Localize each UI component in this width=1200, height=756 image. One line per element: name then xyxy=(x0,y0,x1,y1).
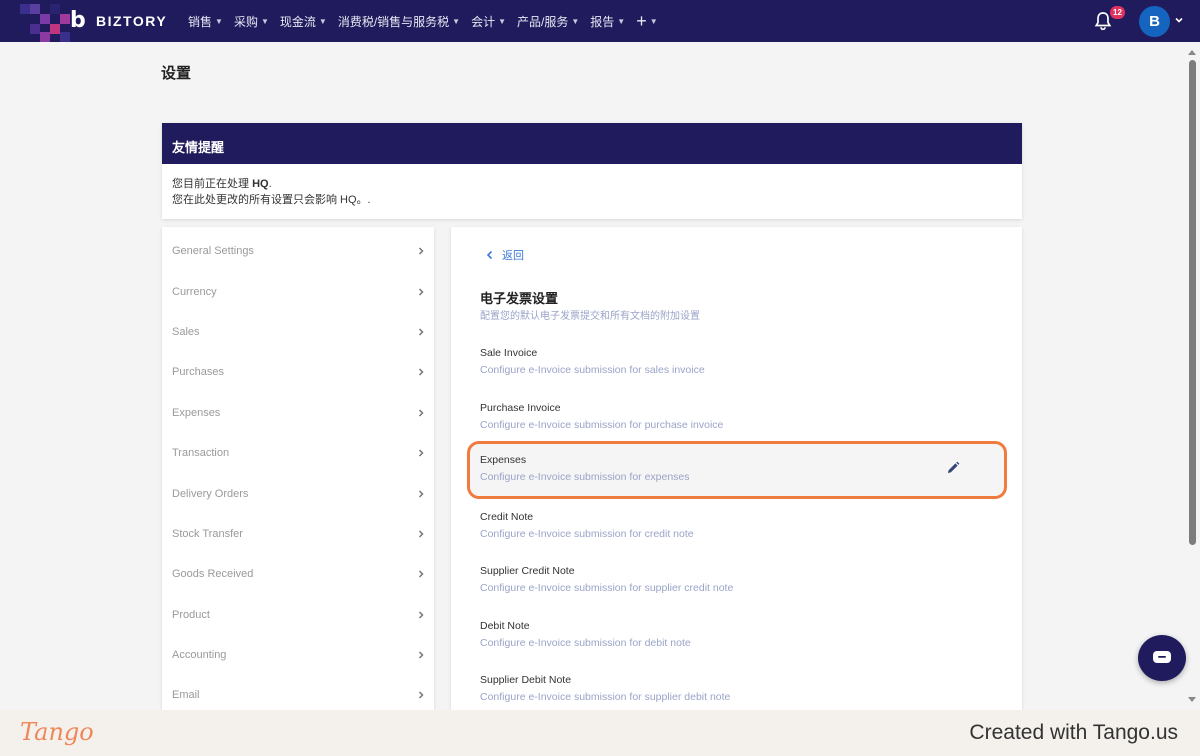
setting-row-credit-note[interactable]: Credit Note Configure e-Invoice submissi… xyxy=(467,498,1007,556)
caret-down-icon: ▼ xyxy=(498,16,507,26)
chevron-left-icon xyxy=(486,250,493,260)
settings-item-general[interactable]: General Settings xyxy=(162,231,434,271)
caret-down-icon: ▼ xyxy=(215,16,223,26)
menu-purchases[interactable]: 采购 ▼ xyxy=(234,13,269,30)
setting-row-purchase-invoice[interactable]: Purchase Invoice Configure e-Invoice sub… xyxy=(467,389,1007,447)
reminder-card: 友情提醒 您目前正在处理 HQ. 您在此处更改的所有设置只会影响 HQ。. xyxy=(162,123,1022,219)
created-with-text: Created with Tango.us xyxy=(969,721,1178,744)
settings-item-accounting[interactable]: Accounting xyxy=(162,635,434,675)
settings-item-goods-received[interactable]: Goods Received xyxy=(162,554,434,594)
back-label: 返回 xyxy=(502,250,524,262)
page-title: 设置 xyxy=(161,65,192,82)
setting-row-title: Purchase Invoice xyxy=(480,402,561,414)
settings-sidebar: General Settings Currency Sales Purchase… xyxy=(162,227,434,710)
tango-logo: Tango xyxy=(20,718,94,746)
chevron-down-icon[interactable] xyxy=(1174,15,1184,25)
pencil-edit-icon[interactable] xyxy=(946,461,960,475)
scroll-up-arrow-icon[interactable] xyxy=(1188,50,1196,55)
plus-icon: + xyxy=(636,11,647,31)
setting-row-title: Debit Note xyxy=(480,620,530,632)
reminder-heading: 友情提醒 xyxy=(162,123,1022,164)
main-menu: 销售 ▼ 采购 ▼ 现金流 ▼ 消费税/销售与服务税 ▼ 会计 ▼ 产品/服务 ▼ 报告 ▼ … xyxy=(188,0,658,42)
setting-row-description: Configure e-Invoice submission for expen… xyxy=(480,471,690,483)
reminder-line-2: 您在此处更改的所有设置只会影响 HQ。. xyxy=(172,194,371,206)
chevron-right-icon xyxy=(418,288,424,296)
reminder-entity: HQ xyxy=(252,178,269,190)
setting-row-description: Configure e-Invoice submission for credi… xyxy=(480,528,694,540)
setting-row-debit-note[interactable]: Debit Note Configure e-Invoice submissio… xyxy=(467,607,1007,665)
reminder-line-1: 您目前正在处理 HQ. xyxy=(172,178,272,190)
settings-item-product[interactable]: Product xyxy=(162,595,434,635)
setting-row-description: Configure e-Invoice submission for sales… xyxy=(480,364,705,376)
settings-item-purchases[interactable]: Purchases xyxy=(162,352,434,392)
settings-item-expenses[interactable]: Expenses xyxy=(162,393,434,433)
setting-row-supplier-credit-note[interactable]: Supplier Credit Note Configure e-Invoice… xyxy=(467,552,1007,610)
scroll-down-arrow-icon[interactable] xyxy=(1188,697,1196,702)
einvoice-settings-panel: 返回 电子发票设置 配置您的默认电子发票提交和所有文档的附加设置 Sale In… xyxy=(451,227,1022,710)
menu-tax[interactable]: 消费税/销售与服务税 ▼ xyxy=(338,13,460,30)
chat-support-button[interactable] xyxy=(1138,635,1186,681)
biztory-logo[interactable]: b BIZTORY xyxy=(70,9,167,33)
menu-sales[interactable]: 销售 ▼ xyxy=(188,13,223,30)
setting-row-description: Configure e-Invoice submission for purch… xyxy=(480,419,724,431)
chevron-right-icon xyxy=(418,368,424,376)
notification-badge: 12 xyxy=(1110,6,1125,19)
caret-down-icon: ▼ xyxy=(649,16,658,26)
chat-bubble-icon xyxy=(1153,651,1171,663)
chevron-right-icon xyxy=(418,409,424,417)
section-title: 电子发票设置 xyxy=(480,291,559,306)
caret-down-icon: ▼ xyxy=(452,16,461,26)
tango-footer: Tango Created with Tango.us xyxy=(0,710,1200,756)
setting-row-description: Configure e-Invoice submission for suppl… xyxy=(480,582,734,594)
top-navbar: b BIZTORY 销售 ▼ 采购 ▼ 现金流 ▼ 消费税/销售与服务税 ▼ 会计 ▼ 产… xyxy=(0,0,1200,42)
menu-create-new[interactable]: + ▼ xyxy=(636,12,657,30)
biztory-mark-icon: b xyxy=(70,8,86,33)
page-scrollbar[interactable] xyxy=(1185,42,1200,710)
back-link[interactable]: 返回 xyxy=(486,247,524,263)
settings-item-sales[interactable]: Sales xyxy=(162,312,434,352)
setting-row-expenses[interactable]: Expenses Configure e-Invoice submission … xyxy=(467,441,1007,499)
settings-item-transaction[interactable]: Transaction xyxy=(162,433,434,473)
caret-down-icon: ▼ xyxy=(318,16,327,26)
setting-row-description: Configure e-Invoice submission for debit… xyxy=(480,637,691,649)
chevron-right-icon xyxy=(418,691,424,700)
chevron-right-icon xyxy=(418,651,424,659)
settings-item-stock-transfer[interactable]: Stock Transfer xyxy=(162,514,434,554)
settings-item-delivery-orders[interactable]: Delivery Orders xyxy=(162,473,434,513)
chevron-right-icon xyxy=(418,449,424,457)
setting-row-title: Credit Note xyxy=(480,511,534,523)
settings-item-email[interactable]: Email xyxy=(162,675,434,710)
setting-row-title: Sale Invoice xyxy=(480,347,538,359)
brand-name: BIZTORY xyxy=(96,13,168,29)
chevron-right-icon xyxy=(418,247,424,255)
chevron-right-icon xyxy=(418,328,424,336)
caret-down-icon: ▼ xyxy=(617,16,626,26)
chevron-right-icon xyxy=(418,570,424,578)
reminder-body: 您目前正在处理 HQ. 您在此处更改的所有设置只会影响 HQ。. xyxy=(162,164,1022,220)
chevron-right-icon xyxy=(418,490,424,498)
setting-row-sale-invoice[interactable]: Sale Invoice Configure e-Invoice submiss… xyxy=(467,334,1007,392)
caret-down-icon: ▼ xyxy=(571,16,580,26)
menu-reports[interactable]: 报告 ▼ xyxy=(590,13,625,30)
menu-cashflow[interactable]: 现金流 ▼ xyxy=(280,13,327,30)
user-avatar[interactable]: B xyxy=(1139,6,1170,37)
settings-item-currency[interactable]: Currency xyxy=(162,271,434,311)
chevron-right-icon xyxy=(418,530,424,538)
scroll-thumb[interactable] xyxy=(1189,60,1196,545)
menu-products[interactable]: 产品/服务 ▼ xyxy=(517,13,579,30)
setting-row-title: Supplier Debit Note xyxy=(480,674,572,686)
caret-down-icon: ▼ xyxy=(260,16,269,26)
menu-accounting[interactable]: 会计 ▼ xyxy=(471,13,506,30)
section-subtitle: 配置您的默认电子发票提交和所有文档的附加设置 xyxy=(480,311,700,322)
setting-row-description: Configure e-Invoice submission for suppl… xyxy=(480,691,731,703)
setting-row-title: Expenses xyxy=(480,454,527,466)
setting-row-title: Supplier Credit Note xyxy=(480,565,575,577)
chevron-right-icon xyxy=(418,611,424,619)
